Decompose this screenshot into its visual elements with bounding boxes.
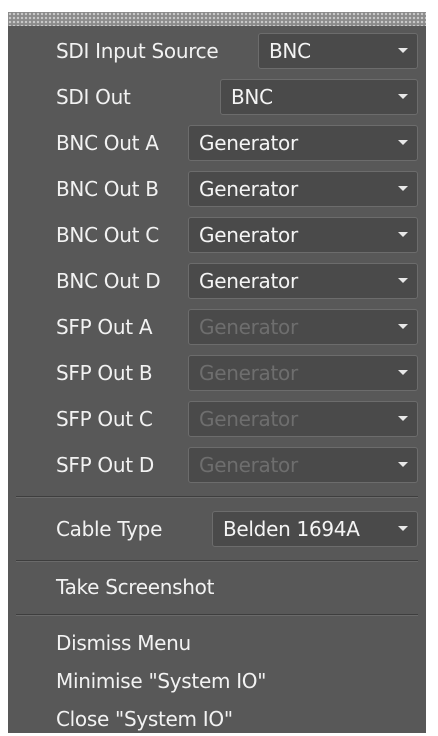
sfp-out-b-label: SFP Out B	[56, 361, 153, 385]
chevron-down-icon	[398, 462, 408, 467]
chevron-down-icon	[398, 416, 408, 421]
row-sfp-out-b: SFP Out B Generator	[8, 350, 426, 396]
sfp-out-a-dropdown: Generator	[188, 309, 418, 345]
cable-type-dropdown[interactable]: Belden 1694A	[212, 511, 418, 547]
dropdown-value: Generator	[199, 361, 298, 385]
bnc-out-b-dropdown[interactable]: Generator	[188, 171, 418, 207]
dropdown-value: Generator	[199, 177, 298, 201]
chevron-down-icon	[398, 370, 408, 375]
chevron-down-icon	[398, 48, 408, 53]
sdi-out-dropdown[interactable]: BNC	[220, 79, 418, 115]
dismiss-menu-item[interactable]: Dismiss Menu	[56, 626, 191, 660]
chevron-down-icon	[398, 94, 408, 99]
chevron-down-icon	[398, 186, 408, 191]
chevron-down-icon	[398, 526, 408, 531]
bnc-out-a-label: BNC Out A	[56, 131, 159, 155]
take-screenshot-menu-item[interactable]: Take Screenshot	[56, 570, 214, 604]
dropdown-value: BNC	[231, 85, 273, 109]
bnc-out-b-label: BNC Out B	[56, 177, 159, 201]
dropdown-value: Generator	[199, 315, 298, 339]
cable-type-label: Cable Type	[56, 517, 163, 541]
dropdown-value: BNC	[269, 39, 311, 63]
row-sfp-out-a: SFP Out A Generator	[8, 304, 426, 350]
sfp-out-c-dropdown: Generator	[188, 401, 418, 437]
row-cable-type: Cable Type Belden 1694A	[8, 506, 426, 552]
bnc-out-c-label: BNC Out C	[56, 223, 159, 247]
dropdown-value: Generator	[199, 407, 298, 431]
dropdown-value: Generator	[199, 269, 298, 293]
dropdown-value: Generator	[199, 223, 298, 247]
row-sfp-out-d: SFP Out D Generator	[8, 442, 426, 488]
sdi-input-source-label: SDI Input Source	[56, 39, 219, 63]
sfp-out-a-label: SFP Out A	[56, 315, 153, 339]
dropdown-value: Generator	[199, 453, 298, 477]
chevron-down-icon	[398, 278, 408, 283]
bnc-out-d-label: BNC Out D	[56, 269, 161, 293]
row-sfp-out-c: SFP Out C Generator	[8, 396, 426, 442]
bnc-out-c-dropdown[interactable]: Generator	[188, 217, 418, 253]
drag-handle[interactable]	[8, 12, 426, 26]
row-sdi-input-source: SDI Input Source BNC	[8, 28, 426, 74]
chevron-down-icon	[398, 140, 408, 145]
minimise-menu-item[interactable]: Minimise "System IO"	[56, 664, 266, 698]
dropdown-value: Generator	[199, 131, 298, 155]
row-bnc-out-b: BNC Out B Generator	[8, 166, 426, 212]
sfp-out-d-dropdown: Generator	[188, 447, 418, 483]
row-bnc-out-d: BNC Out D Generator	[8, 258, 426, 304]
row-bnc-out-a: BNC Out A Generator	[8, 120, 426, 166]
sfp-out-d-label: SFP Out D	[56, 453, 154, 477]
separator	[16, 560, 418, 562]
sdi-input-source-dropdown[interactable]: BNC	[258, 33, 418, 69]
dropdown-value: Belden 1694A	[223, 517, 360, 541]
sfp-out-b-dropdown: Generator	[188, 355, 418, 391]
sfp-out-c-label: SFP Out C	[56, 407, 153, 431]
row-sdi-out: SDI Out BNC	[8, 74, 426, 120]
chevron-down-icon	[398, 324, 408, 329]
separator	[16, 614, 418, 616]
separator	[16, 496, 418, 498]
chevron-down-icon	[398, 232, 408, 237]
row-bnc-out-c: BNC Out C Generator	[8, 212, 426, 258]
bnc-out-d-dropdown[interactable]: Generator	[188, 263, 418, 299]
close-menu-item[interactable]: Close "System IO"	[56, 702, 233, 736]
sdi-out-label: SDI Out	[56, 85, 131, 109]
bnc-out-a-dropdown[interactable]: Generator	[188, 125, 418, 161]
system-io-menu: SDI Input Source BNC SDI Out BNC BNC Out…	[8, 12, 426, 733]
